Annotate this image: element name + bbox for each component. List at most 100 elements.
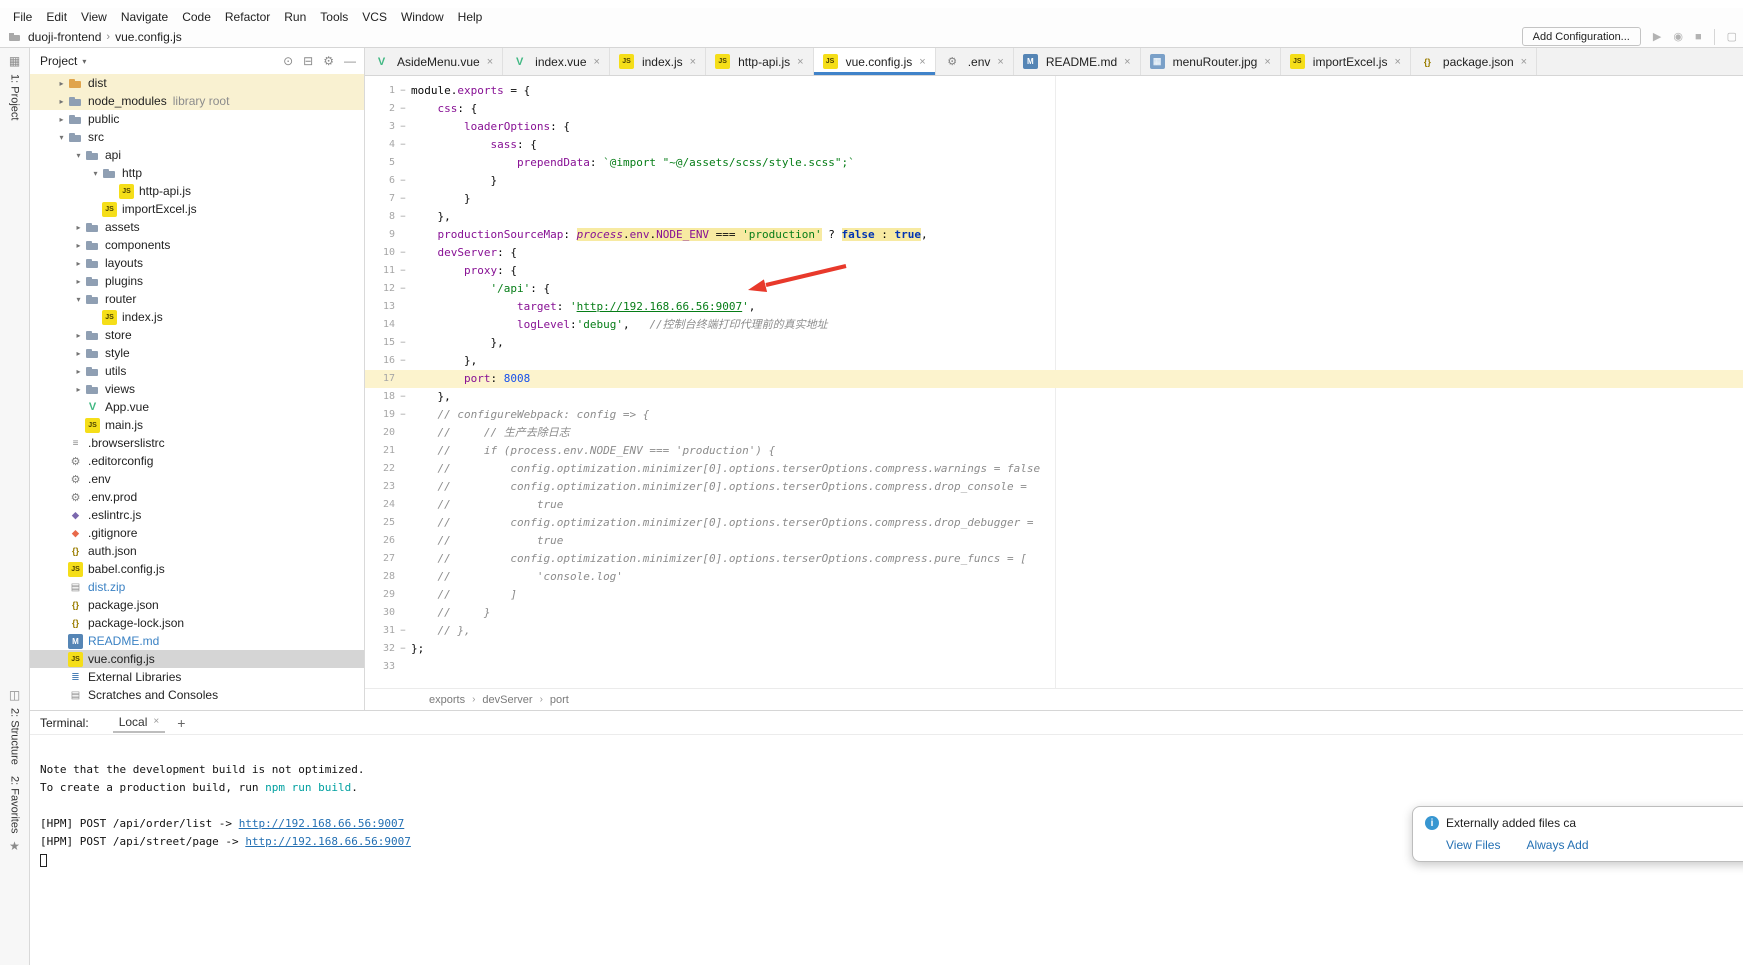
code-line[interactable]: 24 // true	[365, 496, 1743, 514]
tree-item-utils[interactable]: ▸utils	[30, 362, 364, 380]
code-line[interactable]: 18− },	[365, 388, 1743, 406]
project-panel-title[interactable]: Project	[40, 54, 77, 68]
tree-item-assets[interactable]: ▸assets	[30, 218, 364, 236]
menu-item-refactor[interactable]: Refactor	[218, 9, 277, 25]
new-terminal-button[interactable]: +	[177, 715, 185, 731]
notification-balloon[interactable]: i Externally added files ca View Files A…	[1412, 806, 1743, 862]
tree-item-node-modules[interactable]: ▸node_moduleslibrary root	[30, 92, 364, 110]
hide-icon[interactable]: —	[344, 54, 356, 68]
chevron-right-icon[interactable]: ▸	[72, 349, 85, 358]
tab-package-json[interactable]: {}package.json×	[1411, 48, 1537, 75]
tree-item-env-prod[interactable]: ⚙.env.prod	[30, 488, 364, 506]
code-line[interactable]: 28 // 'console.log'	[365, 568, 1743, 586]
tree-item-scratches-and-consoles[interactable]: ▤Scratches and Consoles	[30, 686, 364, 704]
terminal-label[interactable]: Terminal:	[40, 716, 89, 730]
breadcrumb-port[interactable]: port	[550, 694, 569, 706]
chevron-down-icon[interactable]: ▾	[72, 151, 85, 160]
tree-item-index-js[interactable]: JSindex.js	[30, 308, 364, 326]
close-icon[interactable]: ×	[797, 56, 803, 68]
tree-item-readme-md[interactable]: MREADME.md	[30, 632, 364, 650]
tree-item-gitignore[interactable]: ◆.gitignore	[30, 524, 364, 542]
stop-icon[interactable]: ■	[1695, 31, 1702, 43]
chevron-right-icon[interactable]: ▸	[72, 223, 85, 232]
fold-marker-icon[interactable]: −	[395, 352, 411, 370]
collapse-icon[interactable]: ⊟	[303, 54, 313, 68]
code-line[interactable]: 33	[365, 658, 1743, 676]
code-line[interactable]: 30 // }	[365, 604, 1743, 622]
always-add-link[interactable]: Always Add	[1526, 838, 1588, 852]
tree-item-main-js[interactable]: JSmain.js	[30, 416, 364, 434]
tree-item-app-vue[interactable]: VApp.vue	[30, 398, 364, 416]
tree-item-plugins[interactable]: ▸plugins	[30, 272, 364, 290]
menu-item-edit[interactable]: Edit	[39, 9, 74, 25]
toolbar-breadcrumb-project[interactable]: duoji-frontend	[25, 30, 104, 44]
menu-item-vcs[interactable]: VCS	[355, 9, 394, 25]
menu-item-tools[interactable]: Tools	[313, 9, 355, 25]
code-line[interactable]: 25 // config.optimization.minimizer[0].o…	[365, 514, 1743, 532]
fold-marker-icon[interactable]: −	[395, 406, 411, 424]
tree-item-babel-config-js[interactable]: JSbabel.config.js	[30, 560, 364, 578]
fold-marker-icon[interactable]: −	[395, 334, 411, 352]
fold-marker-icon[interactable]: −	[395, 172, 411, 190]
menu-item-view[interactable]: View	[74, 9, 114, 25]
code-line[interactable]: 9 productionSourceMap: process.env.NODE_…	[365, 226, 1743, 244]
code-line[interactable]: 11− proxy: {	[365, 262, 1743, 280]
tree-item-external-libraries[interactable]: ≣External Libraries	[30, 668, 364, 686]
view-files-link[interactable]: View Files	[1446, 838, 1500, 852]
fold-marker-icon[interactable]: −	[395, 388, 411, 406]
chevron-right-icon[interactable]: ▸	[55, 79, 68, 88]
tree-item-editorconfig[interactable]: ⚙.editorconfig	[30, 452, 364, 470]
close-icon[interactable]: ×	[1124, 56, 1130, 68]
chevron-right-icon[interactable]: ▸	[72, 277, 85, 286]
tree-item-router[interactable]: ▾router	[30, 290, 364, 308]
code-line[interactable]: 26 // true	[365, 532, 1743, 550]
tree-item-dist[interactable]: ▸dist	[30, 74, 364, 92]
code-line[interactable]: 32−};	[365, 640, 1743, 658]
fold-marker-icon[interactable]: −	[395, 244, 411, 262]
tree-item-vue-config-js[interactable]: JSvue.config.js	[30, 650, 364, 668]
toolbar-breadcrumb-file[interactable]: vue.config.js	[112, 30, 185, 44]
tab-index-vue[interactable]: Vindex.vue×	[503, 48, 610, 75]
fold-marker-icon[interactable]: −	[395, 208, 411, 226]
tree-item-style[interactable]: ▸style	[30, 344, 364, 362]
tree-item-dist-zip[interactable]: ▤dist.zip	[30, 578, 364, 596]
tab-readme-md[interactable]: MREADME.md×	[1014, 48, 1141, 75]
code-line[interactable]: 21 // if (process.env.NODE_ENV === 'prod…	[365, 442, 1743, 460]
locate-icon[interactable]: ⊙	[283, 54, 293, 68]
code-line[interactable]: 31− // },	[365, 622, 1743, 640]
code-line[interactable]: 3− loaderOptions: {	[365, 118, 1743, 136]
chevron-right-icon[interactable]: ▸	[55, 97, 68, 106]
tab-importexcel-js[interactable]: JSimportExcel.js×	[1281, 48, 1411, 75]
close-icon[interactable]: ×	[690, 56, 696, 68]
fold-marker-icon[interactable]: −	[395, 190, 411, 208]
code-line[interactable]: 17 port: 8008	[365, 370, 1743, 388]
tab-asidemenu-vue[interactable]: VAsideMenu.vue×	[365, 48, 503, 75]
fold-marker-icon[interactable]: −	[395, 118, 411, 136]
close-icon[interactable]: ×	[594, 56, 600, 68]
chevron-down-icon[interactable]: ▾	[55, 133, 68, 142]
close-icon[interactable]: ×	[1394, 56, 1400, 68]
code-line[interactable]: 4− sass: {	[365, 136, 1743, 154]
tree-item-http[interactable]: ▾http	[30, 164, 364, 182]
debug-icon[interactable]: ◉	[1673, 30, 1683, 43]
favorites-tool-button[interactable]: 2: Favorites ★	[0, 776, 29, 853]
chevron-right-icon[interactable]: ▸	[72, 367, 85, 376]
tree-item-importexcel-js[interactable]: JSimportExcel.js	[30, 200, 364, 218]
close-icon[interactable]: ×	[153, 716, 159, 727]
close-icon[interactable]: ×	[487, 56, 493, 68]
fold-marker-icon[interactable]: −	[395, 280, 411, 298]
code-line[interactable]: 22 // config.optimization.minimizer[0].o…	[365, 460, 1743, 478]
code-line[interactable]: 19− // configureWebpack: config => {	[365, 406, 1743, 424]
code-line[interactable]: 27 // config.optimization.minimizer[0].o…	[365, 550, 1743, 568]
chevron-right-icon[interactable]: ▸	[72, 259, 85, 268]
code-line[interactable]: 8− },	[365, 208, 1743, 226]
breadcrumb-devserver[interactable]: devServer	[482, 694, 532, 706]
code-line[interactable]: 29 // ]	[365, 586, 1743, 604]
tree-item-browserslistrc[interactable]: ≡.browserslistrc	[30, 434, 364, 452]
code-line[interactable]: 23 // config.optimization.minimizer[0].o…	[365, 478, 1743, 496]
tab-http-api-js[interactable]: JShttp-api.js×	[706, 48, 813, 75]
close-icon[interactable]: ×	[997, 56, 1003, 68]
menu-item-help[interactable]: Help	[451, 9, 490, 25]
tree-item-public[interactable]: ▸public	[30, 110, 364, 128]
chevron-right-icon[interactable]: ▸	[72, 241, 85, 250]
